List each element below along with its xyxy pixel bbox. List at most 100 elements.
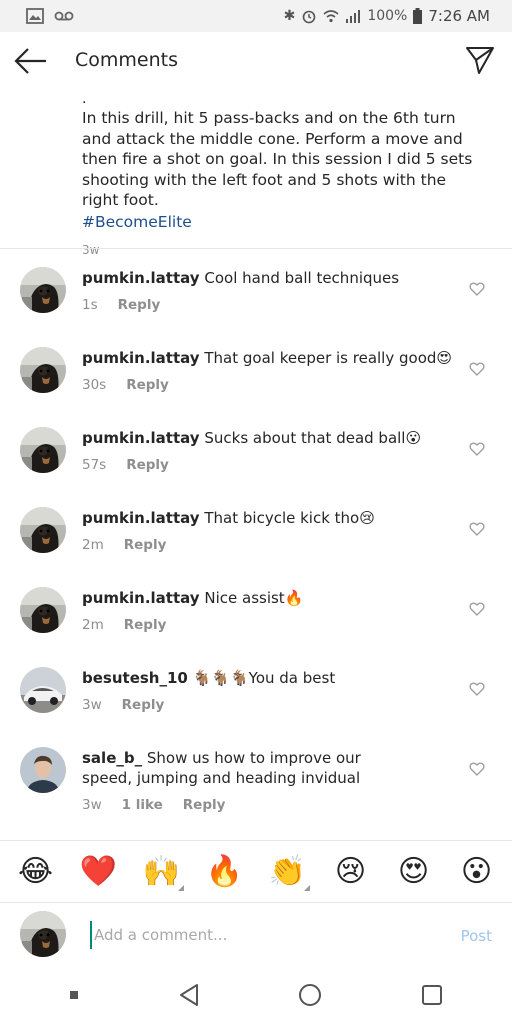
home-nav-icon[interactable] xyxy=(298,983,322,1007)
comment-meta: 2m Reply xyxy=(82,537,166,553)
avatar xyxy=(20,911,66,957)
comment-message: That goal keeper is really good😍 xyxy=(204,349,453,367)
comment-text: besutesh_10 🐐🐐🐐You da best xyxy=(82,668,457,688)
voicemail-icon xyxy=(54,11,74,21)
comment-meta: 1s Reply xyxy=(82,297,160,313)
avatar[interactable] xyxy=(20,507,66,553)
comment-input[interactable]: Add a comment... xyxy=(90,921,420,949)
heart-icon[interactable] xyxy=(469,281,485,297)
comment-item: sale_b_ Show us how to improve our speed… xyxy=(0,735,512,835)
heart-icon[interactable] xyxy=(469,521,485,537)
heart-icon[interactable] xyxy=(469,681,485,697)
comment-username[interactable]: pumkin.lattay xyxy=(82,429,200,447)
emoji-quick-bar: 😂 ❤️ 🙌 🔥 👏 😢 😍 😮 xyxy=(0,840,512,902)
reply-button[interactable]: Reply xyxy=(126,377,169,393)
comment-composer: Add a comment... Post xyxy=(0,902,512,966)
comment-username[interactable]: pumkin.lattay xyxy=(82,349,200,367)
avatar[interactable] xyxy=(20,347,66,393)
signal-icon xyxy=(346,10,361,23)
recents-dot-icon[interactable] xyxy=(69,990,79,1000)
battery-icon xyxy=(413,8,423,24)
divider xyxy=(0,248,512,249)
emoji-button[interactable]: 🔥 xyxy=(205,854,245,889)
reply-button[interactable]: Reply xyxy=(126,457,169,473)
comment-message: 🐐🐐🐐You da best xyxy=(192,669,336,687)
comment-text: sale_b_ Show us how to improve our speed… xyxy=(82,748,412,788)
likes-count[interactable]: 1 like xyxy=(122,797,163,813)
emoji-button[interactable]: 😢 xyxy=(331,854,371,889)
emoji-button[interactable]: 🙌 xyxy=(142,854,184,891)
alarm-icon xyxy=(303,10,316,24)
emoji-glyph: 🙌 xyxy=(142,854,181,889)
heart-icon[interactable] xyxy=(469,441,485,457)
avatar[interactable] xyxy=(20,587,66,633)
comment-text: pumkin.lattay Nice assist🔥 xyxy=(82,588,457,608)
overview-nav-icon[interactable] xyxy=(421,984,443,1006)
comment-meta: 30s Reply xyxy=(82,377,169,393)
heart-icon[interactable] xyxy=(469,761,485,777)
comment-time: 30s xyxy=(82,377,107,393)
skin-tone-indicator xyxy=(303,885,310,891)
comment-item: pumkin.lattay That bicycle kick tho😢 2m … xyxy=(0,495,512,575)
image-icon xyxy=(26,8,44,24)
reply-button[interactable]: Reply xyxy=(183,797,226,813)
comment-username[interactable]: pumkin.lattay xyxy=(82,509,200,527)
heart-icon[interactable] xyxy=(469,361,485,377)
emoji-button[interactable]: 😮 xyxy=(457,854,497,889)
clock: 7:26 AM xyxy=(428,7,490,25)
post-button[interactable]: Post xyxy=(461,927,492,945)
comment-item: pumkin.lattay Nice assist🔥 2m Reply xyxy=(0,575,512,655)
system-nav-bar xyxy=(0,966,512,1024)
comment-username[interactable]: pumkin.lattay xyxy=(82,589,200,607)
comment-time: 3w xyxy=(82,697,102,713)
caption-dot: . xyxy=(82,91,87,107)
comment-item: pumkin.lattay Sucks about that dead ball… xyxy=(0,415,512,495)
emoji-button[interactable]: 👏 xyxy=(268,854,310,891)
avatar[interactable] xyxy=(20,267,66,313)
send-icon[interactable] xyxy=(464,44,496,76)
status-bar: ✱ 100% 7:26 AM xyxy=(0,0,512,32)
emoji-button[interactable]: ❤️ xyxy=(79,854,119,889)
back-arrow-icon[interactable] xyxy=(14,46,48,76)
emoji-glyph: 👏 xyxy=(268,854,307,889)
reply-button[interactable]: Reply xyxy=(124,537,167,553)
comment-username[interactable]: pumkin.lattay xyxy=(82,269,200,287)
comment-item: pumkin.lattay Cool hand ball techniques … xyxy=(0,255,512,335)
comment-username[interactable]: besutesh_10 xyxy=(82,669,188,687)
avatar[interactable] xyxy=(20,667,66,713)
comment-text: pumkin.lattay Cool hand ball techniques xyxy=(82,268,457,288)
reply-button[interactable]: Reply xyxy=(124,617,167,633)
comment-meta: 3w Reply xyxy=(82,697,164,713)
avatar[interactable] xyxy=(20,427,66,473)
bluetooth-icon: ✱ xyxy=(283,8,296,24)
battery-percent: 100% xyxy=(367,8,408,24)
comment-time: 1s xyxy=(82,297,98,313)
reply-button[interactable]: Reply xyxy=(122,697,165,713)
hashtag-link[interactable]: #BecomeElite xyxy=(82,211,482,233)
header: Comments xyxy=(0,32,512,90)
comment-item: besutesh_10 🐐🐐🐐You da best 3w Reply xyxy=(0,655,512,735)
emoji-button[interactable]: 😍 xyxy=(394,854,434,889)
comment-time: 2m xyxy=(82,617,104,633)
skin-tone-indicator xyxy=(177,885,184,891)
comment-username[interactable]: sale_b_ xyxy=(82,749,142,767)
comment-meta: 57s Reply xyxy=(82,457,169,473)
caption-body: In this drill, hit 5 pass-backs and on t… xyxy=(82,109,473,209)
reply-button[interactable]: Reply xyxy=(118,297,161,313)
comment-item: pumkin.lattay That goal keeper is really… xyxy=(0,335,512,415)
heart-icon[interactable] xyxy=(469,601,485,617)
wifi-icon xyxy=(323,10,339,23)
avatar[interactable] xyxy=(20,747,66,793)
comment-meta: 3w 1 like Reply xyxy=(82,797,225,813)
emoji-button[interactable]: 😂 xyxy=(16,854,56,889)
page-title: Comments xyxy=(75,49,178,71)
comment-message: That bicycle kick tho😢 xyxy=(204,509,375,527)
comment-text: pumkin.lattay Sucks about that dead ball… xyxy=(82,428,457,448)
comment-time: 57s xyxy=(82,457,107,473)
back-nav-icon[interactable] xyxy=(178,983,200,1007)
post-caption: . In this drill, hit 5 pass-backs and on… xyxy=(82,92,482,257)
comment-time: 3w xyxy=(82,797,102,813)
comment-message: Sucks about that dead ball😮 xyxy=(204,429,422,447)
comment-message: Nice assist🔥 xyxy=(204,589,304,607)
caption-text: In this drill, hit 5 pass-backs and on t… xyxy=(82,108,482,233)
